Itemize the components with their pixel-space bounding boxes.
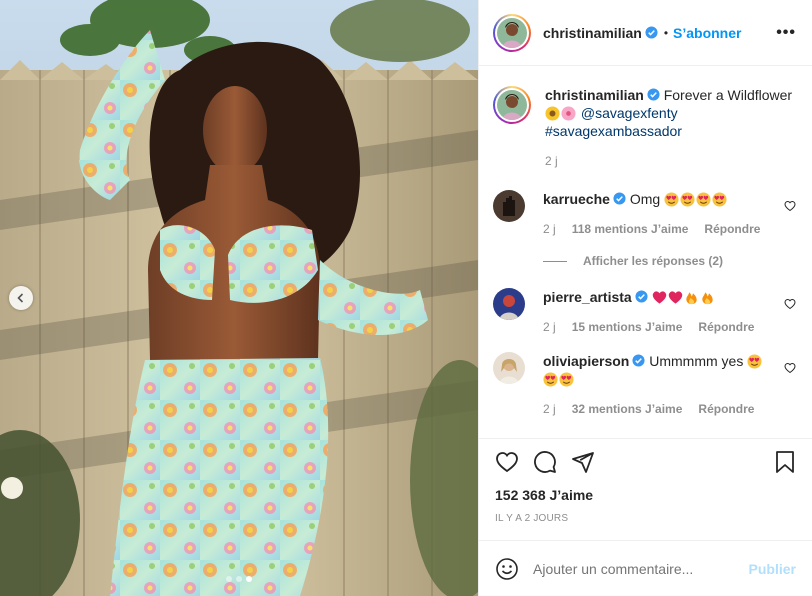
comment-text: Ummmmm yes — [649, 353, 744, 369]
comment-emojis — [652, 289, 716, 305]
heart-eyes-icon — [543, 372, 558, 387]
verified-badge-icon — [645, 26, 658, 39]
verified-badge-icon — [647, 88, 660, 101]
post-actions: 152 368 J’aime IL Y A 2 JOURS — [479, 438, 812, 540]
commenter-avatar[interactable] — [493, 190, 525, 222]
comment-item: oliviapierson Ummmmm yes 2 j 32 mentions… — [493, 352, 796, 418]
verified-badge-icon — [613, 192, 626, 205]
caption-text: Forever a Wildflower — [663, 87, 793, 103]
comment-username[interactable]: karrueche — [543, 191, 610, 207]
fire-icon — [701, 292, 713, 305]
previous-slide-button[interactable] — [9, 286, 33, 310]
comment-likes[interactable]: 118 mentions J’aime — [572, 220, 689, 238]
caption-avatar[interactable] — [493, 86, 531, 124]
heart-eyes-icon — [664, 192, 679, 207]
comment-input[interactable] — [533, 560, 749, 577]
like-comment-heart-icon[interactable] — [784, 200, 796, 212]
comment-bubble-icon[interactable] — [533, 450, 557, 474]
hashtag-link[interactable]: #savagexambassador — [545, 123, 682, 139]
comment-text: Omg — [629, 191, 661, 207]
caption: christinamilian Forever a Wildflower @sa… — [493, 86, 796, 170]
carousel-dot — [236, 576, 242, 582]
separator-bullet: • — [663, 25, 669, 40]
like-comment-heart-icon[interactable] — [784, 298, 796, 310]
publish-button[interactable]: Publier — [749, 561, 796, 577]
avatar-image — [497, 17, 527, 48]
comments-list: christinamilian Forever a Wildflower @sa… — [479, 66, 812, 438]
heart-eyes-icon — [696, 192, 711, 207]
heart-eyes-icon — [559, 372, 574, 387]
caption-emojis — [545, 105, 581, 121]
photo-scene — [0, 0, 478, 596]
comment-time[interactable]: 2 j — [543, 220, 556, 238]
post-photo[interactable] — [0, 0, 478, 596]
replies-divider — [543, 260, 567, 262]
emoji-smiley-icon[interactable] — [495, 557, 519, 581]
caption-username[interactable]: christinamilian — [545, 87, 644, 103]
follow-button[interactable]: S’abonner — [673, 25, 741, 41]
red-heart-icon — [652, 291, 666, 304]
share-paper-plane-icon[interactable] — [571, 450, 595, 474]
sunflower-icon — [545, 106, 560, 121]
chevron-left-icon — [17, 293, 24, 303]
reply-button[interactable]: Répondre — [704, 220, 760, 238]
comment-item: pierre_artista 2 j 15 mentions J’aime Ré… — [493, 288, 796, 336]
comment-time[interactable]: 2 j — [543, 318, 556, 336]
heart-eyes-icon — [712, 192, 727, 207]
comment-time[interactable]: 2 j — [543, 400, 556, 418]
comment-emojis — [664, 191, 728, 207]
reply-button[interactable]: Répondre — [698, 400, 754, 418]
post-timestamp[interactable]: IL Y A 2 JOURS — [495, 513, 796, 524]
red-heart-icon — [668, 291, 682, 304]
cherry-blossom-icon — [561, 106, 576, 121]
comment-composer: Publier — [479, 540, 812, 596]
post-side-panel: christinamilian • S’abonner ••• christin… — [478, 0, 812, 596]
comment-likes[interactable]: 32 mentions J’aime — [572, 400, 683, 418]
likes-count[interactable]: 152 368 J’aime — [495, 487, 796, 503]
post-header: christinamilian • S’abonner ••• — [479, 0, 812, 66]
verified-badge-icon — [635, 290, 648, 303]
author-avatar[interactable] — [493, 13, 531, 52]
view-replies-button[interactable]: Afficher les réponses (2) — [543, 254, 796, 268]
like-heart-icon[interactable] — [495, 450, 519, 474]
carousel-dot — [226, 576, 232, 582]
fire-icon — [685, 292, 697, 305]
commenter-avatar[interactable] — [493, 352, 525, 384]
carousel-indicator — [0, 576, 478, 582]
heart-eyes-icon — [680, 192, 695, 207]
mention-link[interactable]: @savagexfenty — [581, 105, 678, 121]
author-username[interactable]: christinamilian — [543, 25, 642, 41]
caption-time[interactable]: 2 j — [545, 152, 558, 170]
reply-button[interactable]: Répondre — [698, 318, 754, 336]
commenter-avatar[interactable] — [493, 288, 525, 320]
instagram-post: christinamilian • S’abonner ••• christin… — [0, 0, 812, 596]
comment-username[interactable]: oliviapierson — [543, 353, 629, 369]
avatar-image — [497, 90, 527, 120]
view-replies-label: Afficher les réponses (2) — [583, 254, 724, 268]
verified-badge-icon — [632, 354, 645, 367]
like-comment-heart-icon[interactable] — [784, 362, 796, 374]
comment-item: karrueche Omg 2 j 118 mentions J’aime Ré… — [493, 190, 796, 238]
carousel-dot — [246, 576, 252, 582]
bookmark-icon[interactable] — [774, 450, 796, 474]
heart-eyes-icon — [747, 354, 762, 369]
comment-username[interactable]: pierre_artista — [543, 289, 632, 305]
comment-likes[interactable]: 15 mentions J’aime — [572, 318, 683, 336]
more-options-button[interactable]: ••• — [776, 24, 796, 42]
